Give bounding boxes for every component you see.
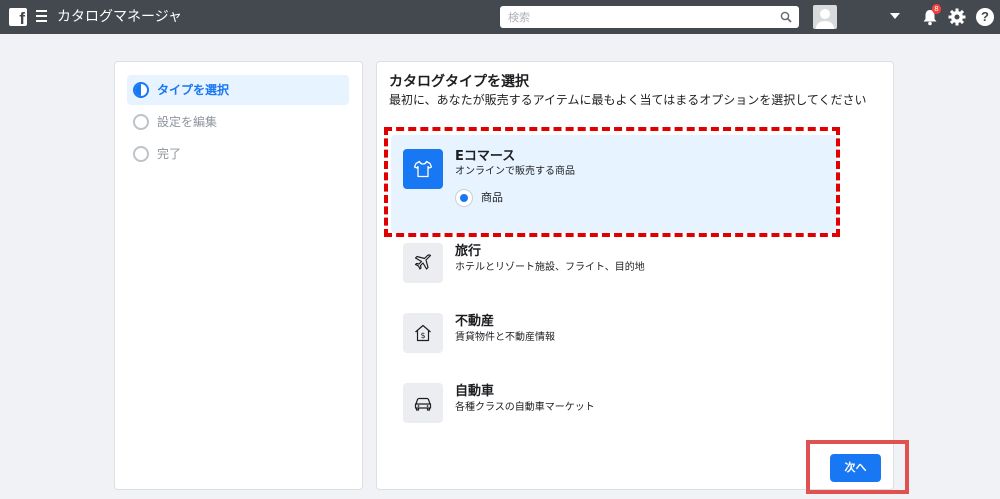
- steps-panel: タイプを選択 設定を編集 完了: [114, 61, 363, 490]
- app-title: カタログマネージャ: [57, 9, 183, 25]
- step-pending-icon: [133, 114, 149, 130]
- catalog-type-panel: カタログタイプを選択 最初に、あなたが販売するアイテムに最もよく当てはまるオプシ…: [376, 61, 894, 490]
- option-ecommerce[interactable]: Eコマース オンラインで販売する商品 商品: [391, 135, 837, 233]
- page-title: カタログタイプを選択: [389, 74, 529, 90]
- option-title: 自動車: [455, 384, 495, 399]
- step-select-type[interactable]: タイプを選択: [127, 75, 349, 105]
- option-title: Eコマース: [455, 149, 516, 164]
- option-title: 不動産: [455, 314, 495, 329]
- step-complete: 完了: [127, 139, 349, 169]
- option-description: 賃貸物件と不動産情報: [455, 332, 555, 343]
- step-label: 設定を編集: [157, 115, 218, 129]
- car-icon: [403, 383, 443, 423]
- search-input[interactable]: [500, 6, 770, 28]
- avatar[interactable]: [813, 5, 837, 29]
- products-radio-label: 商品: [481, 191, 503, 204]
- option-description: 各種クラスの自動車マーケット: [455, 402, 595, 413]
- products-radio[interactable]: [455, 189, 473, 207]
- next-button[interactable]: 次へ: [830, 454, 881, 482]
- option-title: 旅行: [455, 244, 482, 259]
- hamburger-menu-icon[interactable]: [36, 10, 47, 23]
- option-description: ホテルとリゾート施設、フライト、目的地: [455, 262, 645, 273]
- option-automotive[interactable]: 自動車 各種クラスの自動車マーケット: [391, 377, 837, 435]
- step-progress-icon: [133, 82, 149, 98]
- notification-badge: 8: [932, 4, 941, 14]
- page-subtitle: 最初に、あなたが販売するアイテムに最もよく当てはまるオプションを選択してください: [389, 93, 867, 107]
- svg-text:$: $: [420, 331, 425, 340]
- airplane-icon: [403, 243, 443, 283]
- option-travel[interactable]: 旅行 ホテルとリゾート施設、フライト、目的地: [391, 237, 837, 295]
- search-box[interactable]: [500, 6, 799, 28]
- account-dropdown-icon[interactable]: [890, 13, 900, 19]
- step-label: タイプを選択: [157, 83, 230, 97]
- help-icon[interactable]: ?: [976, 8, 994, 26]
- step-edit-settings: 設定を編集: [127, 107, 349, 137]
- search-icon[interactable]: [780, 11, 792, 23]
- option-description: オンラインで販売する商品: [455, 166, 575, 177]
- settings-gear-icon[interactable]: [948, 8, 966, 26]
- step-label: 完了: [157, 147, 182, 161]
- option-real-estate[interactable]: $ 不動産 賃貸物件と不動産情報: [391, 307, 837, 365]
- house-dollar-icon: $: [403, 313, 443, 353]
- facebook-logo-icon[interactable]: f: [9, 8, 27, 28]
- top-bar: f カタログマネージャ 8 ?: [0, 0, 1000, 34]
- step-pending-icon: [133, 146, 149, 162]
- t-shirt-icon: [403, 149, 443, 189]
